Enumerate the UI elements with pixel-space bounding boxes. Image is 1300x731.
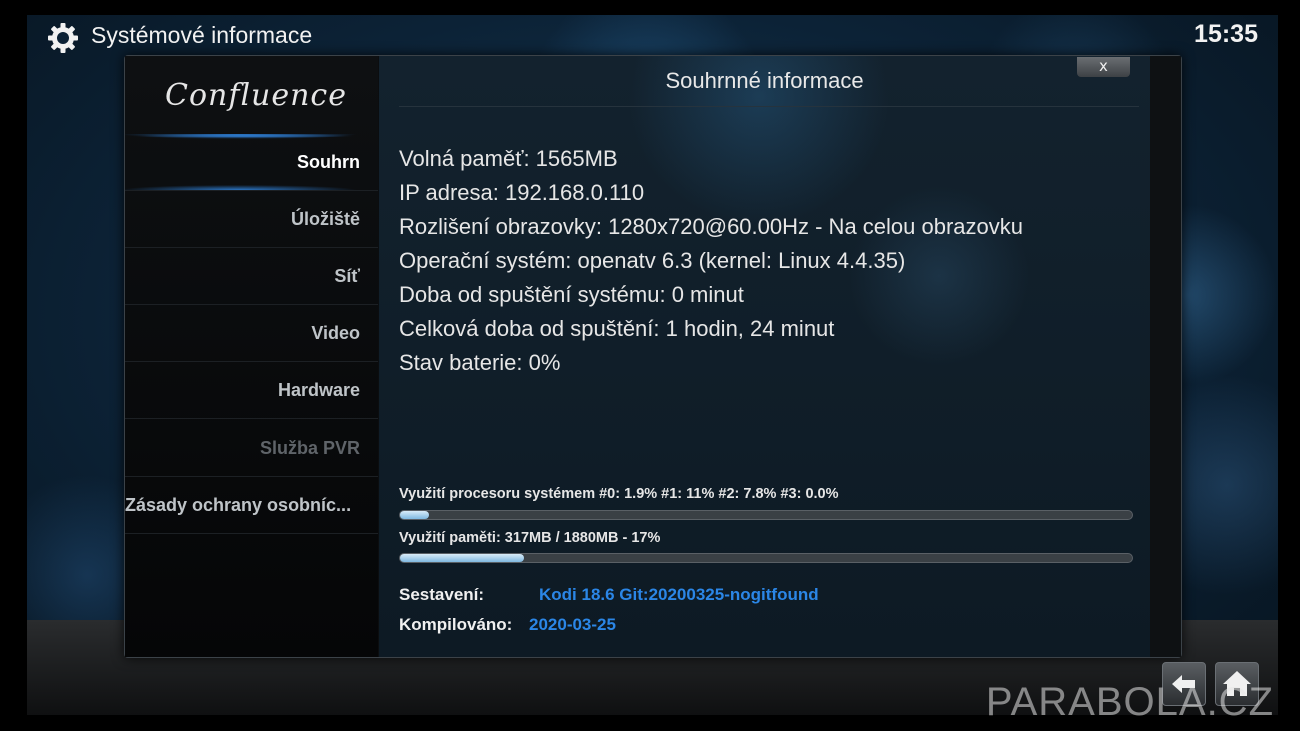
watermark: PARABOLA.CZ	[985, 680, 1274, 724]
sidebar-item-sit[interactable]: Síť	[125, 248, 378, 305]
sidebar: Confluence Souhrn Úložiště Síť Video Har…	[125, 56, 378, 657]
kodi-screen: Systémové informace 15:35 Confluence Sou…	[0, 0, 1300, 731]
info-free-memory: Volná paměť: 1565MB	[399, 146, 618, 171]
sidebar-item-privacy[interactable]: Zásady ochrany osobníc...	[125, 477, 378, 534]
memory-usage-fill	[400, 554, 525, 562]
sidebar-item-souhrn[interactable]: Souhrn	[125, 134, 378, 191]
cpu-usage-label: Využití procesoru systémem #0: 1.9% #1: …	[399, 486, 839, 502]
sidebar-item-hardware[interactable]: Hardware	[125, 362, 378, 419]
page-title: Systémové informace	[91, 22, 313, 48]
info-ip-address: IP adresa: 192.168.0.110	[399, 180, 645, 205]
content-panel: Souhrnné informace Volná paměť: 1565MB I…	[379, 56, 1150, 657]
gear-icon	[48, 23, 78, 53]
info-battery: Stav baterie: 0%	[399, 350, 561, 375]
sidebar-item-pvr: Služba PVR	[125, 420, 378, 477]
compiled-value: 2020-03-25	[529, 615, 616, 634]
build-value: Kodi 18.6 Git:20200325-nogitfound	[539, 585, 819, 604]
system-info-dialog: Confluence Souhrn Úložiště Síť Video Har…	[124, 55, 1182, 658]
cpu-usage-bar	[399, 510, 1133, 520]
sidebar-item-uloziste[interactable]: Úložiště	[125, 191, 378, 248]
dialog-title: Souhrnné informace	[665, 68, 864, 93]
clock: 15:35	[1194, 20, 1258, 48]
confluence-logo: Confluence	[165, 78, 347, 113]
title-divider	[399, 106, 1139, 107]
build-label: Sestavení:	[399, 585, 485, 604]
memory-usage-bar	[399, 553, 1133, 563]
dialog-right-edge	[1150, 56, 1181, 657]
memory-usage-label: Využití paměti: 317MB / 1880MB - 17%	[399, 530, 661, 546]
compiled-label: Kompilováno:	[399, 615, 513, 634]
info-total-uptime: Celková doba od spuštění: 1 hodin, 24 mi…	[399, 316, 835, 341]
info-os: Operační systém: openatv 6.3 (kernel: Li…	[399, 248, 906, 273]
sidebar-item-video[interactable]: Video	[125, 305, 378, 362]
close-button[interactable]: x	[1077, 57, 1130, 77]
info-uptime: Doba od spuštění systému: 0 minut	[399, 282, 744, 307]
cpu-usage-fill	[400, 511, 430, 519]
info-resolution: Rozlišení obrazovky: 1280x720@60.00Hz - …	[399, 214, 1024, 239]
close-icon: x	[1099, 57, 1108, 75]
